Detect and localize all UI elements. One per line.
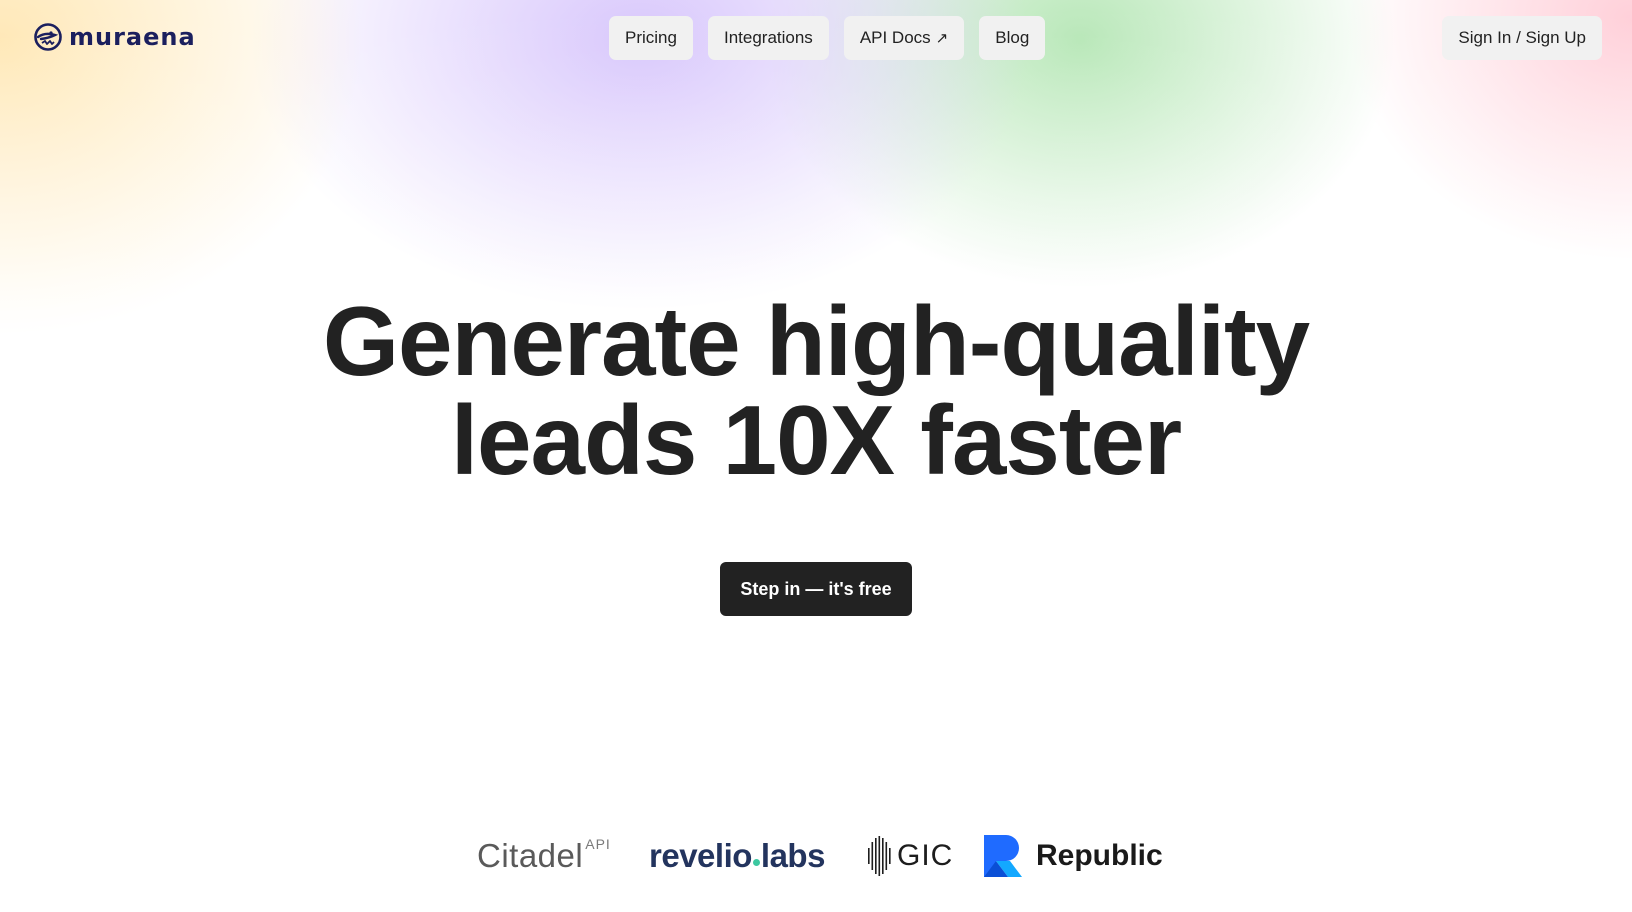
gic-logo-text: GIC (897, 839, 954, 872)
gic-logo: GIC (867, 832, 953, 880)
nav-integrations-label: Integrations (723, 28, 813, 47)
revelio-logo-text-1: revelio (649, 837, 752, 874)
cta-label: Step in — it's free (740, 578, 892, 599)
nav-api-docs-label: API Docs (859, 28, 931, 47)
revelio-logo-text-2: labs (760, 837, 826, 874)
republic-logo-text: Republic (1036, 839, 1163, 872)
citadel-logo-superscript: API (585, 836, 611, 852)
sign-in-button[interactable]: Sign In / Sign Up (1442, 16, 1602, 60)
main-nav: Pricing Integrations API Docs ↗ Blog (609, 16, 1046, 60)
revelio-dot-icon (752, 859, 760, 866)
cta-button[interactable]: Step in — it's free (720, 562, 912, 616)
eel-logo-icon (34, 23, 62, 51)
republic-r-icon (984, 835, 1022, 877)
hero-title-line-2: leads 10X faster (450, 385, 1182, 495)
arrow-up-right-icon: ↗ (935, 30, 949, 47)
sign-in-label: Sign In / Sign Up (1458, 28, 1586, 47)
nav-integrations-button[interactable]: Integrations (707, 16, 829, 60)
republic-logo: Republic (984, 832, 1163, 880)
customer-logos: Citadel API revelio labs GIC Republic (0, 832, 1632, 880)
nav-api-docs-button[interactable]: API Docs ↗ (843, 16, 965, 60)
nav-blog-label: Blog (995, 28, 1030, 47)
hero-title: Generate high-quality leads 10X faster (0, 292, 1632, 490)
nav-blog-button[interactable]: Blog (979, 16, 1046, 60)
nav-pricing-label: Pricing (625, 28, 677, 47)
citadel-logo-text: Citadel (477, 837, 584, 874)
page: muraena Pricing Integrations API Docs ↗ … (0, 0, 1632, 912)
brand-logo[interactable]: muraena (33, 20, 196, 54)
gic-bars-icon (868, 836, 891, 876)
nav-pricing-button[interactable]: Pricing (609, 16, 693, 60)
citadel-logo: Citadel API (477, 832, 611, 880)
brand-name: muraena (69, 23, 196, 51)
hero-title-line-1: Generate high-quality (322, 286, 1310, 396)
revelio-labs-logo: revelio labs (649, 832, 825, 880)
